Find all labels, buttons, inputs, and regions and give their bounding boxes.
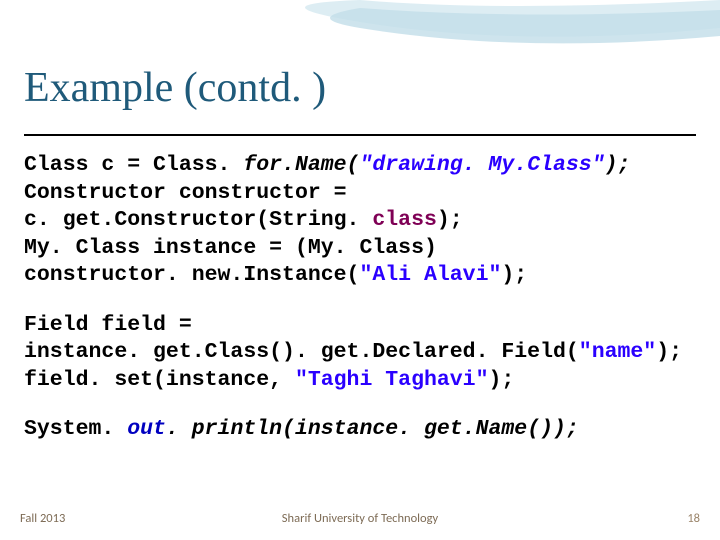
code-block: Class c = Class. for.Name("drawing. My.C… xyxy=(24,152,704,444)
code-line: My. Class instance = (My. Class) xyxy=(24,235,704,263)
footer-center: Sharif University of Technology xyxy=(20,511,700,526)
code-line: Field field = xyxy=(24,312,704,340)
decorative-swoosh xyxy=(0,0,720,60)
code-line: c. get.Constructor(String. class); xyxy=(24,207,704,235)
code-line: instance. get.Class(). get.Declared. Fie… xyxy=(24,339,704,367)
blank-line xyxy=(24,394,704,416)
code-line: Constructor constructor = xyxy=(24,180,704,208)
slide-title: Example (contd. ) xyxy=(24,64,326,112)
code-line: field. set(instance, "Taghi Taghavi"); xyxy=(24,367,704,395)
code-line: System. out. println(instance. get.Name(… xyxy=(24,416,704,444)
blank-line xyxy=(24,290,704,312)
title-rule xyxy=(24,134,696,136)
code-line: constructor. new.Instance("Ali Alavi"); xyxy=(24,262,704,290)
footer: Fall 2013 Sharif University of Technolog… xyxy=(20,511,700,526)
code-line: Class c = Class. for.Name("drawing. My.C… xyxy=(24,152,704,180)
slide: Example (contd. ) Class c = Class. for.N… xyxy=(0,0,720,540)
